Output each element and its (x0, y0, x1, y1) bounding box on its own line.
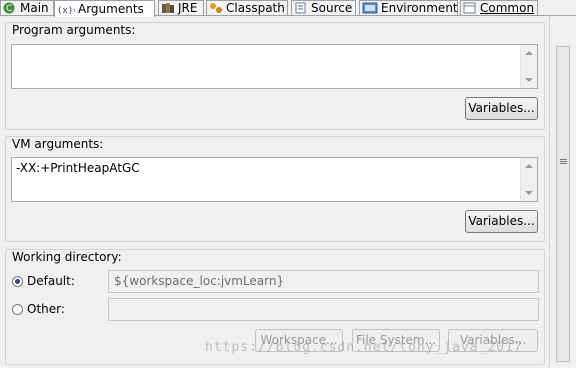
tab-source-label: Source (311, 1, 353, 15)
launch-config-tabs: C Main (x)= Arguments JRE Classpath Sour… (0, 0, 576, 17)
vm-arguments-value: -XX:+PrintHeapAtGC (16, 161, 140, 175)
arguments-icon: (x)= (57, 3, 79, 16)
jre-library-icon (161, 2, 175, 14)
default-directory-field: ${workspace_loc:jvmLearn} (108, 270, 539, 293)
scroll-grip-icon (556, 158, 570, 166)
scroll-up-arrow-icon[interactable] (525, 164, 533, 168)
source-icon (294, 2, 308, 14)
classpath-icon (209, 2, 223, 14)
working-directory-title: Working directory: (11, 250, 123, 264)
vm-arguments-input[interactable]: -XX:+PrintHeapAtGC (11, 157, 538, 202)
program-arguments-title: Program arguments: (11, 23, 137, 37)
vm-variables-button[interactable]: Variables... (465, 210, 538, 233)
watermark: https://blog.csdn.net/tony_java_2017 (205, 340, 523, 355)
tab-environment[interactable]: Environment (359, 0, 458, 15)
program-variables-button[interactable]: Variables... (465, 97, 538, 120)
vm-arguments-scrollbar[interactable] (520, 158, 537, 201)
tab-main[interactable]: C Main (0, 0, 54, 15)
tab-main-label: Main (20, 1, 49, 15)
tab-classpath[interactable]: Classpath (206, 0, 288, 15)
scroll-down-arrow-icon[interactable] (525, 191, 533, 195)
tab-source[interactable]: Source (291, 0, 356, 15)
main-launch-icon: C (3, 2, 17, 14)
tab-jre-label: JRE (178, 1, 198, 15)
scroll-down-arrow-icon[interactable] (525, 78, 533, 82)
other-label[interactable]: Other: (27, 302, 65, 316)
tab-common[interactable]: Common (460, 0, 538, 15)
dialog-scrollbar[interactable] (549, 16, 576, 368)
vm-arguments-title: VM arguments: (11, 137, 105, 151)
tab-environment-label: Environment (381, 1, 458, 15)
other-directory-field[interactable] (108, 298, 539, 321)
other-radio[interactable] (12, 304, 23, 315)
common-icon (463, 2, 477, 14)
svg-text:(x)=: (x)= (57, 6, 75, 15)
scroll-up-arrow-icon[interactable] (525, 51, 533, 55)
tab-arguments-label: Arguments (78, 2, 144, 16)
dialog-scroll-thumb[interactable] (556, 46, 570, 362)
tab-arguments[interactable]: (x)= Arguments (54, 0, 155, 17)
program-arguments-scrollbar[interactable] (520, 45, 537, 88)
tab-classpath-label: Classpath (226, 1, 285, 15)
default-label[interactable]: Default: (27, 274, 75, 288)
program-arguments-input[interactable] (11, 44, 538, 89)
default-radio[interactable] (12, 276, 23, 287)
tab-jre[interactable]: JRE (158, 0, 204, 15)
svg-text:C: C (6, 4, 12, 14)
environment-icon (362, 2, 378, 14)
tab-common-label: Common (480, 1, 535, 15)
